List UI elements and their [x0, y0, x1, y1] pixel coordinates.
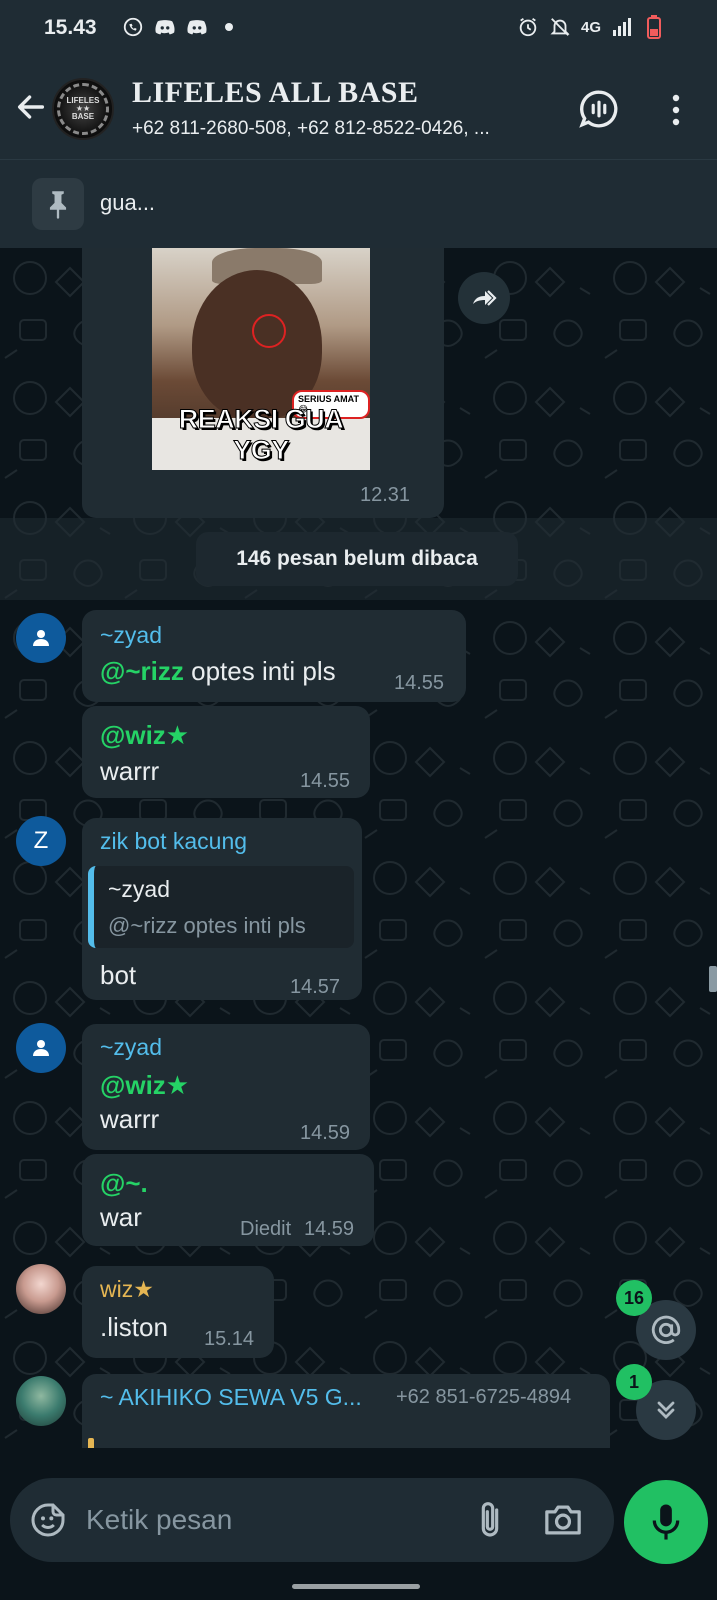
double-chevron-down-icon [657, 1401, 675, 1419]
mention[interactable]: @wiz★ [100, 720, 189, 751]
message-time: 14.59 [304, 1218, 355, 1240]
avatar[interactable] [16, 1376, 66, 1426]
message-text: warrr [100, 1104, 160, 1134]
quoted-message[interactable]: ~zyad @~rizz optes inti pls [88, 866, 354, 948]
mention[interactable]: @~. [100, 1168, 148, 1199]
sender-name[interactable]: ~zyad [100, 622, 162, 649]
group-avatar-logo: LIFELES ★★ BASE [57, 83, 109, 135]
mention[interactable]: @~rizz [100, 656, 184, 686]
avatar[interactable] [16, 1264, 66, 1314]
more-notifications-dot-icon [218, 16, 240, 38]
message-time: 14.57 [290, 976, 341, 998]
status-bar: 15.43 4G [0, 0, 717, 60]
sender-name[interactable]: zik bot kacung [100, 828, 247, 855]
message-time: 14.55 [394, 672, 445, 694]
group-members[interactable]: +62 811-2680-508, +62 812-8522-0426, ... [132, 118, 562, 140]
pin-icon [32, 178, 84, 230]
sender-phone: +62 851-6725-4894 [396, 1386, 572, 1408]
edited-label: Diedit [240, 1218, 292, 1240]
sender-name[interactable]: ~zyad [100, 1034, 162, 1061]
back-arrow-icon[interactable] [14, 90, 48, 124]
group-avatar[interactable]: LIFELES ★★ BASE [52, 78, 114, 140]
scroll-indicator[interactable] [709, 966, 717, 992]
more-options-icon[interactable] [664, 92, 688, 128]
avatar[interactable] [16, 1023, 66, 1073]
message-text: warrr [100, 756, 160, 786]
message-time: 14.55 [300, 770, 351, 792]
gesture-nav-handle[interactable] [292, 1584, 420, 1589]
discord-notification-icon [186, 16, 208, 38]
pinned-message-bar[interactable]: gua... [0, 160, 717, 248]
default-user-icon [33, 630, 49, 646]
message-time: 14.59 [300, 1122, 351, 1144]
paperclip-icon[interactable] [470, 1498, 510, 1542]
mentions-count-badge: 16 [616, 1280, 653, 1316]
forward-button[interactable] [458, 272, 510, 324]
message-bubble[interactable]: @~. war Diedit 14.59 [82, 1154, 374, 1246]
message-text: @~rizz optes inti pls [100, 656, 336, 686]
message-bubble[interactable]: ~zyad @~rizz optes inti pls 14.55 [82, 610, 466, 702]
meme-image[interactable]: SERIUS AMAT😂 REAKSI GUA YGY [152, 248, 370, 470]
voice-record-button[interactable] [624, 1480, 708, 1564]
chat-header: LIFELES ★★ BASE LIFELES ALL BASE +62 811-2… [0, 60, 717, 160]
mute-icon [549, 16, 571, 38]
sticker-emoji-icon[interactable] [28, 1500, 68, 1540]
pinned-message-text: gua... [100, 190, 156, 215]
meme-caption: REAKSI GUA YGY [178, 404, 344, 466]
message-bubble[interactable]: ~zyad @wiz★ warrr 14.59 [82, 1024, 370, 1150]
message-text: bot [100, 960, 137, 990]
avatar[interactable]: Z [16, 816, 66, 866]
message-input-bar [0, 1448, 717, 1600]
sender-name[interactable]: wiz★ [100, 1276, 154, 1303]
image-message-bubble[interactable]: SERIUS AMAT😂 REAKSI GUA YGY 12.31 [82, 248, 444, 518]
camera-icon[interactable] [542, 1500, 584, 1540]
message-bubble[interactable]: @wiz★ warrr 14.55 [82, 706, 370, 798]
message-input[interactable] [86, 1498, 446, 1542]
quoted-text: @~rizz optes inti pls [108, 913, 306, 938]
quoted-sender: ~zyad [108, 876, 171, 902]
network-type-label: 4G [580, 18, 601, 36]
signal-icon [611, 16, 633, 38]
status-time: 15.43 [44, 16, 97, 39]
discord-notification-icon [154, 16, 176, 38]
avatar[interactable] [16, 613, 66, 663]
message-bubble[interactable]: ~ AKIHIKO SEWA V5 G... +62 851-6725-4894 [82, 1374, 610, 1448]
message-time: 15.14 [204, 1328, 255, 1350]
message-composer[interactable] [10, 1478, 614, 1562]
mention[interactable]: @wiz★ [100, 1070, 189, 1101]
group-title[interactable]: LIFELES ALL BASE [132, 76, 418, 110]
microphone-icon [652, 1504, 680, 1540]
message-text: .liston [100, 1312, 168, 1342]
whatsapp-notification-icon [122, 16, 144, 38]
chat-messages-area[interactable]: SERIUS AMAT😂 REAKSI GUA YGY 12.31 146 pe… [0, 248, 717, 1448]
unread-messages-banner: 146 pesan belum dibaca [196, 532, 518, 586]
alarm-icon [517, 16, 539, 38]
message-text: war [100, 1202, 142, 1232]
sender-name[interactable]: ~ AKIHIKO SEWA V5 G... [100, 1384, 362, 1411]
voice-chat-button[interactable] [578, 88, 620, 130]
at-sign-icon [651, 1315, 681, 1344]
message-bubble[interactable]: wiz★ .liston 15.14 [82, 1266, 274, 1358]
battery-low-icon [643, 15, 665, 39]
default-user-icon [33, 1040, 49, 1056]
message-time: 12.31 [360, 484, 411, 506]
unread-count-badge: 1 [616, 1364, 652, 1400]
